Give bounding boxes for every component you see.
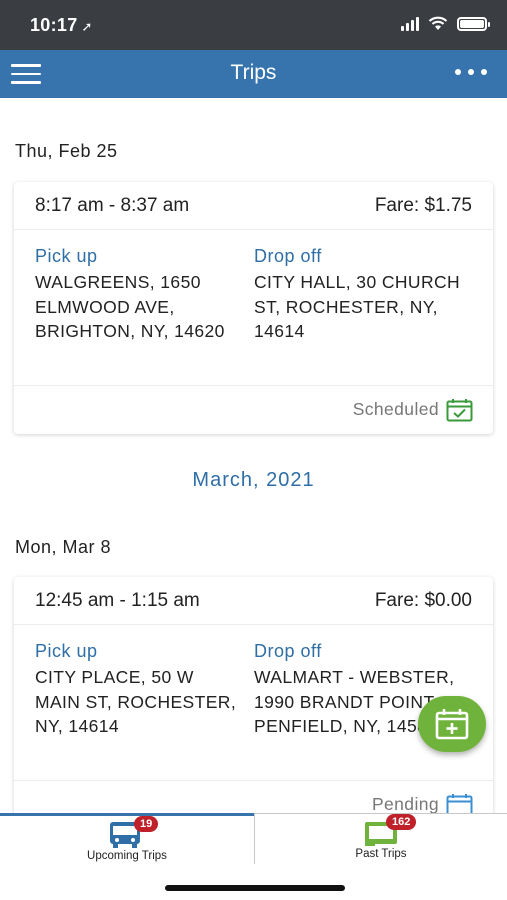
trip-fare: Fare: $0.00 [374, 590, 472, 611]
pickup-address: WALGREENS, 1650 ELMWOOD AVE, BRIGHTON, N… [35, 272, 225, 341]
calendar-check-icon [446, 399, 473, 422]
trip-fare: Fare: $1.75 [374, 195, 472, 216]
dropoff-label: Drop off [254, 246, 322, 266]
dropoff-address: CITY HALL, 30 CHURCH ST, ROCHESTER, NY, … [254, 272, 461, 341]
trip-card[interactable]: 8:17 am - 8:37 am Fare: $1.75 Pick up WA… [14, 182, 493, 434]
add-calendar-icon [435, 709, 469, 740]
pickup-label: Pick up [35, 246, 98, 266]
page-title: Trips [230, 61, 277, 84]
tab-upcoming-trips[interactable]: 19 Upcoming Trips [0, 813, 254, 863]
trip-status: Scheduled [352, 399, 439, 419]
tab-upcoming-trips-label: Upcoming Trips [87, 850, 167, 862]
location-icon: ➚ [81, 19, 93, 34]
trip-date-heading: Thu, Feb 25 [15, 141, 118, 161]
clock: 10:17 [30, 15, 78, 35]
upcoming-trips-badge: 19 [134, 816, 159, 832]
pickup-label: Pick up [35, 641, 98, 661]
status-time: 10:17 ➚ [30, 15, 93, 36]
month-heading: March, 2021 [192, 469, 315, 491]
tab-past-trips-label: Past Trips [355, 848, 407, 860]
more-options-button[interactable] [455, 69, 487, 75]
home-indicator [165, 885, 345, 891]
trip-time-range: 8:17 am - 8:37 am [35, 195, 190, 216]
status-icons [401, 16, 490, 31]
app-header: Trips [0, 50, 507, 98]
wifi-icon [428, 16, 448, 30]
trip-time-range: 12:45 am - 1:15 am [35, 590, 200, 611]
trip-date-heading: Mon, Mar 8 [15, 537, 112, 557]
status-bar: 10:17 ➚ [0, 0, 507, 50]
pickup-address: CITY PLACE, 50 W MAIN ST, ROCHESTER, NY,… [35, 667, 237, 736]
trip-card[interactable]: 12:45 am - 1:15 am Fare: $0.00 Pick up C… [14, 577, 493, 829]
battery-icon [457, 16, 490, 31]
dropoff-label: Drop off [254, 641, 322, 661]
past-trips-badge: 162 [386, 814, 417, 830]
add-trip-button[interactable] [418, 696, 486, 752]
tab-past-trips[interactable]: 162 Past Trips [254, 814, 507, 864]
trip-status: Pending [371, 794, 439, 814]
cellular-signal-icon [401, 16, 419, 31]
